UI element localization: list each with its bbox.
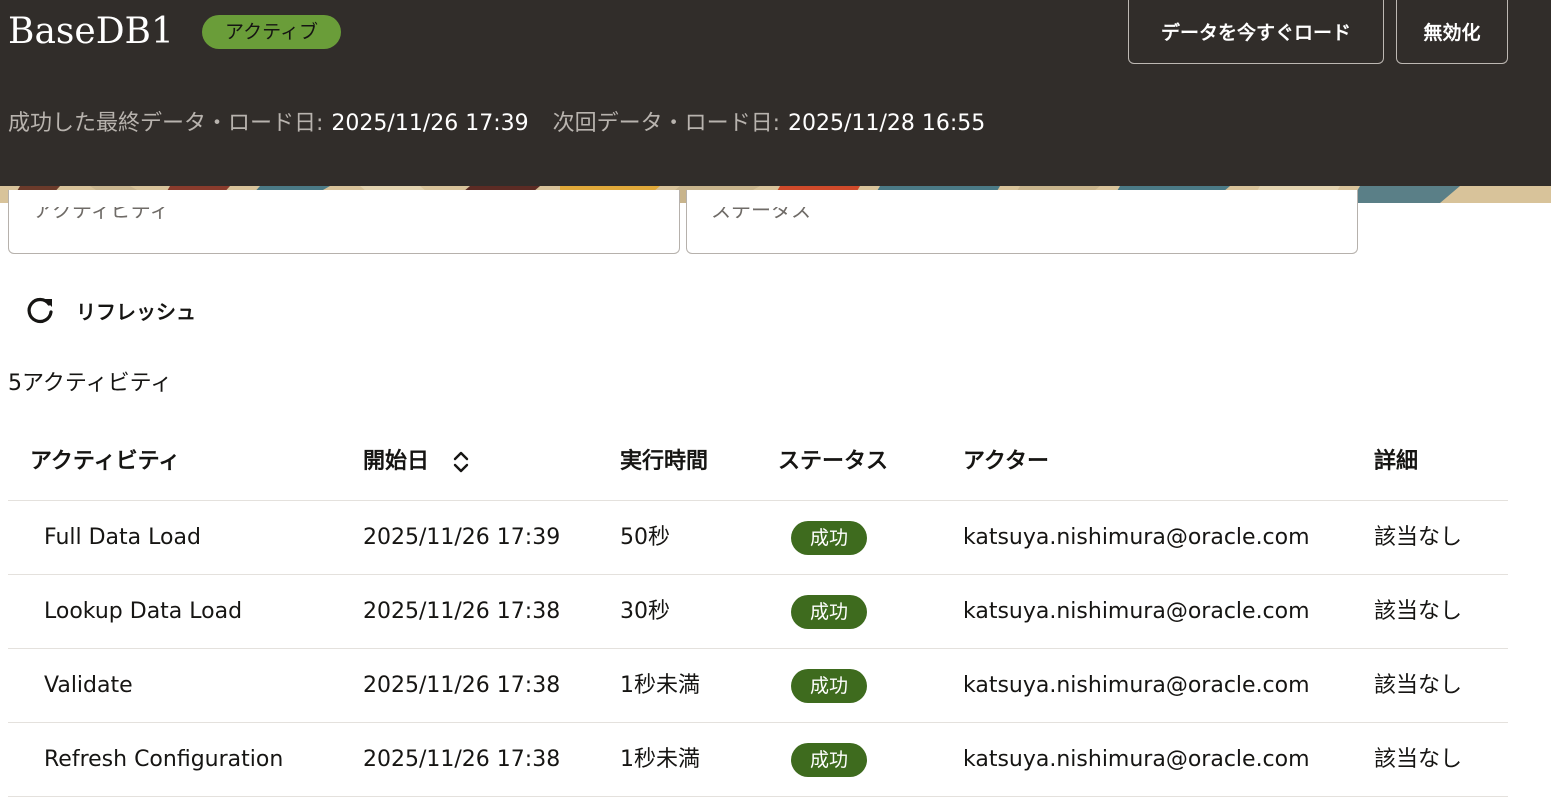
activity-count: 5アクティビティ [8, 371, 173, 396]
column-header-duration: 実行時間 [620, 449, 709, 474]
cell-details: 該当なし [1374, 599, 1463, 624]
column-header-actor: アクター [963, 449, 1050, 474]
column-header-status: ステータス [778, 449, 889, 474]
status-filter[interactable]: ステータス [686, 190, 1358, 254]
cell-activity: Full Data Load [44, 525, 201, 550]
column-header-activity: アクティビティ [30, 449, 181, 474]
table-header: アクティビティ 開始日 実行時間 ステータス アクター 詳細 [8, 424, 1508, 501]
cell-duration: 1秒未満 [620, 673, 700, 698]
activity-table: アクティビティ 開始日 実行時間 ステータス アクター 詳細 Full Data… [8, 424, 1508, 797]
success-badge: 成功 [791, 669, 867, 703]
column-header-details: 詳細 [1374, 449, 1419, 474]
cell-actor: katsuya.nishimura@oracle.com [963, 525, 1310, 550]
cell-activity: Refresh Configuration [44, 747, 284, 772]
table-row[interactable]: Refresh Configuration 2025/11/26 17:38 1… [8, 723, 1508, 797]
cell-start-date: 2025/11/26 17:38 [363, 673, 561, 698]
column-header-start-date[interactable]: 開始日 [363, 424, 429, 500]
cell-start-date: 2025/11/26 17:39 [363, 525, 561, 550]
cell-activity: Lookup Data Load [44, 599, 243, 624]
cell-details: 該当なし [1374, 525, 1463, 550]
last-load-value: 2025/11/26 17:39 [331, 111, 529, 136]
page-header: BaseDB1 アクティブ データを今すぐロード 無効化 成功した最終データ・ロ… [0, 0, 1551, 186]
success-badge: 成功 [791, 595, 867, 629]
refresh-button[interactable]: リフレッシュ [22, 290, 196, 330]
disable-button[interactable]: 無効化 [1396, 0, 1508, 64]
activity-filter[interactable]: アクティビティ [8, 190, 680, 254]
cell-details: 該当なし [1374, 747, 1463, 772]
refresh-label: リフレッシュ [76, 299, 196, 324]
table-row[interactable]: Lookup Data Load 2025/11/26 17:38 30秒 成功… [8, 575, 1508, 649]
table-row[interactable]: Full Data Load 2025/11/26 17:39 50秒 成功 k… [8, 501, 1508, 575]
table-row[interactable]: Validate 2025/11/26 17:38 1秒未満 成功 katsuy… [8, 649, 1508, 723]
cell-duration: 30秒 [620, 599, 670, 624]
cell-actor: katsuya.nishimura@oracle.com [963, 599, 1310, 624]
next-load-value: 2025/11/28 16:55 [788, 111, 986, 136]
load-schedule-info: 成功した最終データ・ロード日: 2025/11/26 17:39 次回データ・ロード… [8, 108, 985, 140]
cell-duration: 1秒未満 [620, 747, 700, 772]
cell-start-date: 2025/11/26 17:38 [363, 747, 561, 772]
cell-details: 該当なし [1374, 673, 1463, 698]
status-filter-label: ステータス [711, 198, 811, 222]
cell-actor: katsuya.nishimura@oracle.com [963, 673, 1310, 698]
status-badge: アクティブ [202, 15, 341, 49]
cell-duration: 50秒 [620, 525, 670, 550]
success-badge: 成功 [791, 743, 867, 777]
cell-actor: katsuya.nishimura@oracle.com [963, 747, 1310, 772]
load-data-now-button[interactable]: データを今すぐロード [1128, 0, 1384, 64]
page-title: BaseDB1 [8, 11, 174, 52]
activity-filter-label: アクティビティ [33, 198, 170, 222]
last-load-label: 成功した最終データ・ロード日: [8, 111, 324, 136]
refresh-icon [27, 297, 53, 324]
success-badge: 成功 [791, 521, 867, 555]
next-load-label: 次回データ・ロード日: [552, 111, 781, 136]
cell-activity: Validate [44, 673, 133, 698]
sort-icon[interactable] [451, 450, 471, 474]
cell-start-date: 2025/11/26 17:38 [363, 599, 561, 624]
